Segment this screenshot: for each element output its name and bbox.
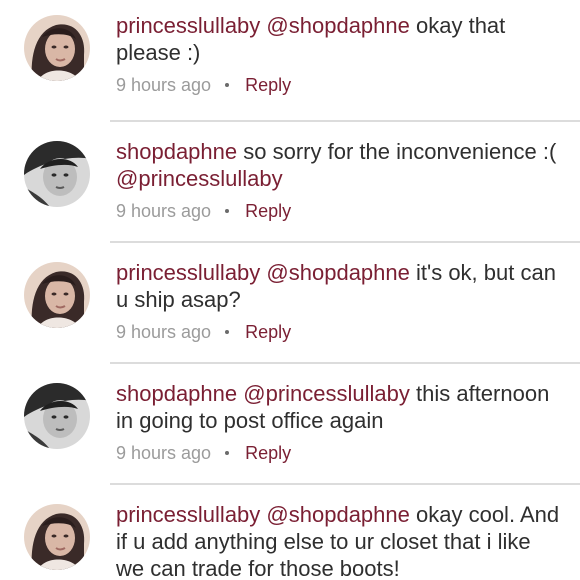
comment-meta: 9 hours ago Reply [116, 199, 564, 223]
comment-text: shopdaphne so sorry for the inconvenienc… [116, 138, 564, 192]
separator-dot-icon [225, 83, 230, 87]
princess-avatar-icon [24, 262, 90, 328]
comment-item: princesslullaby @shopdaphne okay cool. A… [0, 483, 580, 580]
comment-timestamp: 9 hours ago [116, 321, 212, 342]
comment-meta: 9 hours ago Reply [116, 320, 564, 344]
separator-dot-icon [225, 330, 230, 334]
user-avatar[interactable] [24, 15, 90, 81]
comment-username[interactable]: princesslullaby [116, 260, 260, 285]
comment-item: shopdaphne so sorry for the inconvenienc… [0, 120, 580, 240]
comment-meta: 9 hours ago Reply [116, 73, 564, 97]
comment-divider [110, 120, 580, 122]
user-avatar[interactable] [24, 504, 90, 570]
reply-button[interactable]: Reply [245, 201, 291, 222]
comment-item: princesslullaby @shopdaphne okay that pl… [0, 0, 580, 114]
comment-feed: princesslullaby @shopdaphne okay that pl… [0, 0, 580, 580]
comment-username[interactable]: princesslullaby [116, 13, 260, 38]
user-avatar[interactable] [24, 141, 90, 207]
reply-button[interactable]: Reply [245, 443, 291, 464]
comment-mention[interactable]: @shopdaphne [266, 502, 409, 527]
separator-dot-icon [225, 451, 230, 455]
comment-meta: 9 hours ago Reply [116, 441, 564, 465]
comment-divider [110, 241, 580, 243]
princess-avatar-icon [24, 504, 90, 570]
user-avatar[interactable] [24, 262, 90, 328]
comment-timestamp: 9 hours ago [116, 200, 212, 221]
comment-timestamp: 9 hours ago [116, 74, 212, 95]
comment-mention[interactable]: @shopdaphne [266, 260, 409, 285]
reply-button[interactable]: Reply [245, 75, 291, 96]
comment-text: princesslullaby @shopdaphne okay that pl… [116, 12, 564, 66]
separator-dot-icon [225, 209, 230, 213]
comment-divider [110, 483, 580, 485]
comment-mention[interactable]: @princesslullaby [116, 166, 283, 191]
comment-text: princesslullaby @shopdaphne okay cool. A… [116, 501, 564, 580]
comment-timestamp: 9 hours ago [116, 442, 212, 463]
comment-item: shopdaphne @princesslullaby this afterno… [0, 362, 580, 482]
comment-username[interactable]: shopdaphne [116, 139, 237, 164]
shop-avatar-icon [24, 141, 90, 207]
comment-mention[interactable]: @shopdaphne [266, 13, 409, 38]
reply-button[interactable]: Reply [245, 322, 291, 343]
princess-avatar-icon [24, 15, 90, 81]
comment-text: princesslullaby @shopdaphne it's ok, but… [116, 259, 564, 313]
comment-divider [110, 362, 580, 364]
comment-message: so sorry for the inconvenience :( [243, 139, 557, 164]
comment-text: shopdaphne @princesslullaby this afterno… [116, 380, 564, 434]
comment-username[interactable]: princesslullaby [116, 502, 260, 527]
user-avatar[interactable] [24, 383, 90, 449]
comment-item: princesslullaby @shopdaphne it's ok, but… [0, 241, 580, 361]
comment-username[interactable]: shopdaphne [116, 381, 237, 406]
comment-mention[interactable]: @princesslullaby [243, 381, 410, 406]
shop-avatar-icon [24, 383, 90, 449]
